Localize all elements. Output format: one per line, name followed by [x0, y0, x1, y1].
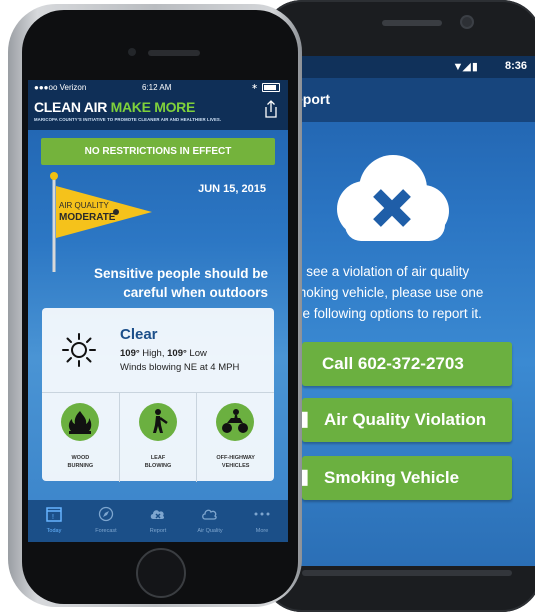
tab-forecast[interactable]: Forecast	[80, 500, 132, 542]
iphone-camera	[128, 48, 136, 56]
more-dots-icon	[254, 512, 270, 516]
ios-status-bar: ●●●oo Verizon 6:12 AM ∗	[28, 80, 288, 96]
app-header: CLEAN AIR MAKE MORE MARICOPA COUNTY'S IN…	[28, 96, 288, 130]
share-icon[interactable]	[264, 100, 278, 118]
tile-label: LEAF BLOWING	[120, 454, 197, 470]
battery-icon	[262, 83, 280, 92]
tile-label-line: OFF-HIGHWAY	[216, 455, 255, 461]
low-label: Low	[186, 348, 207, 359]
android-status-bar: ▼◢ ▮ 8:36	[285, 56, 535, 78]
tile-label-line: LEAF	[150, 455, 166, 461]
tab-report[interactable]: Report	[132, 500, 184, 542]
app-logo: CLEAN AIR MAKE MORE	[34, 99, 195, 115]
android-camera	[462, 17, 472, 27]
tab-label: Forecast	[95, 528, 117, 534]
iphone-screen: ●●●oo Verizon 6:12 AM ∗ CLEAN AIR MAKE M…	[28, 80, 288, 542]
health-advisory: Sensitive people should be careful when …	[48, 264, 268, 302]
call-button-label: Call 602-372-2703	[322, 354, 464, 373]
compass-icon	[98, 506, 114, 522]
report-instructions-line: u see a violation of air quality	[295, 264, 470, 279]
logo-clean-air: CLEAN AIR	[34, 99, 108, 115]
report-cloud-icon	[150, 510, 165, 519]
flag-line2: MODERATE	[59, 212, 116, 223]
wind-info: Winds blowing NE at 4 MPH	[120, 362, 240, 373]
health-advisory-line: careful when outdoors	[123, 285, 268, 300]
report-instructions-line: moking vehicle, please use one	[295, 285, 484, 300]
svg-text:!: !	[52, 514, 54, 521]
logo-make-more: MAKE MORE	[110, 99, 196, 115]
android-app-bar: eport	[285, 78, 535, 122]
signal-icon: ▼◢ ▮	[452, 61, 478, 73]
smoking-vehicle-button[interactable]: ▮ Smoking Vehicle	[298, 456, 512, 500]
high-label: High,	[139, 348, 168, 359]
restriction-banner: NO RESTRICTIONS IN EFFECT	[41, 138, 275, 165]
ios-status-time: 6:12 AM	[142, 83, 172, 92]
flag-line1: AIR QUALITY	[59, 201, 109, 210]
report-instructions-line: ne following options to report it.	[295, 306, 482, 321]
sun-icon	[62, 333, 96, 367]
tab-label: More	[255, 528, 269, 534]
tile-label-line: BURNING	[67, 463, 94, 469]
android-bottom-bezel	[302, 570, 512, 576]
tile-leaf-blowing[interactable]: LEAF BLOWING	[120, 393, 198, 482]
air-quality-violation-button[interactable]: ▮ Air Quality Violation	[298, 398, 512, 442]
tab-more[interactable]: More	[236, 500, 288, 542]
air-quality-violation-label: Air Quality Violation	[324, 410, 487, 429]
report-instructions: u see a violation of air quality moking …	[295, 261, 535, 324]
tile-label: OFF-HIGHWAY VEHICLES	[197, 454, 274, 470]
temperature-line: 109° High, 109° Low	[120, 348, 207, 359]
bluetooth-icon: ∗	[251, 82, 258, 91]
calendar-icon: !	[46, 507, 62, 522]
tile-label-line: BLOWING	[144, 463, 172, 469]
high-temp: 109°	[120, 348, 140, 359]
forecast-date: JUN 15, 2015	[198, 183, 266, 195]
tile-label: WOOD BURNING	[42, 454, 119, 470]
tile-wood-burning[interactable]: WOOD BURNING	[42, 393, 120, 482]
low-temp: 109°	[167, 348, 187, 359]
cloud-x-icon	[337, 155, 449, 241]
health-advisory-line: Sensitive people should be	[93, 266, 268, 281]
app-tagline: MARICOPA COUNTY'S INITIATIVE TO PROMOTE …	[34, 117, 222, 122]
tab-label: Air Quality	[197, 528, 223, 534]
air-quality-flag: AIR QUALITY MODERATE	[50, 172, 152, 272]
android-status-time: 8:36	[504, 60, 527, 72]
cloud-icon	[202, 509, 217, 520]
tab-today[interactable]: ! Today	[28, 500, 80, 542]
restriction-tiles: WOOD BURNING LEAF BLOWING OFF-HIGHWAY VE…	[42, 392, 274, 482]
tab-air-quality[interactable]: Air Quality	[184, 500, 236, 542]
smoking-vehicle-label: Smoking Vehicle	[324, 468, 460, 487]
tab-bar: ! Today Forecast Report Air Quality More	[28, 500, 288, 542]
android-screen: ▼◢ ▮ 8:36 eport u see a violation of air…	[285, 56, 535, 566]
tile-label-line: VEHICLES	[221, 463, 250, 469]
weather-card: Clear 109° High, 109° Low Winds blowing …	[42, 308, 274, 482]
tab-label: Today	[46, 528, 62, 534]
fire-icon	[61, 403, 99, 441]
weather-condition: Clear	[120, 326, 158, 343]
tab-label: Report	[149, 528, 167, 534]
tile-off-highway-vehicles[interactable]: OFF-HIGHWAY VEHICLES	[197, 393, 274, 482]
atv-icon	[216, 403, 255, 441]
call-button[interactable]: Call 602-372-2703	[302, 342, 512, 386]
home-button[interactable]	[136, 548, 186, 598]
iphone-speaker	[148, 50, 200, 56]
tile-label-line: WOOD	[71, 455, 90, 461]
carrier-label: ●●●oo Verizon	[34, 83, 87, 92]
android-speaker	[382, 20, 442, 26]
leaf-blower-icon	[138, 403, 177, 441]
